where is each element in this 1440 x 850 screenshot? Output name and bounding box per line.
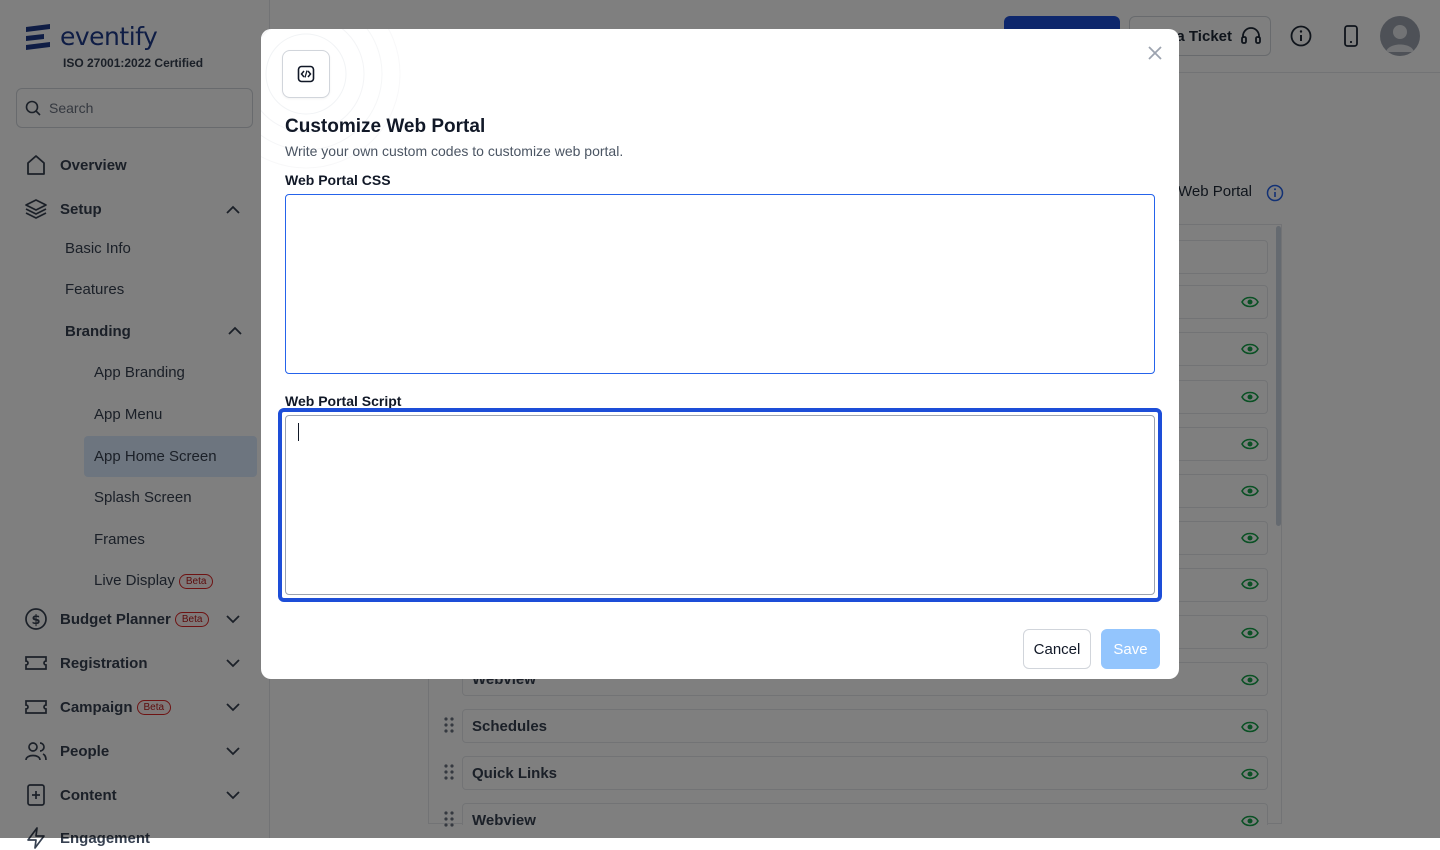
save-button[interactable]: Save (1101, 629, 1160, 669)
customize-web-portal-modal: Customize Web Portal Write your own cust… (261, 29, 1179, 679)
close-icon (1148, 46, 1162, 60)
modal-title: Customize Web Portal (285, 116, 486, 137)
text-caret (298, 423, 299, 441)
close-button[interactable] (1144, 42, 1166, 64)
script-field-label: Web Portal Script (285, 393, 402, 409)
web-portal-css-textarea[interactable] (285, 194, 1155, 374)
modal-subtitle: Write your own custom codes to customize… (285, 143, 624, 159)
css-field-label: Web Portal CSS (285, 172, 391, 188)
cancel-button[interactable]: Cancel (1023, 629, 1091, 669)
code-file-icon (297, 65, 315, 83)
web-portal-script-textarea[interactable] (285, 415, 1155, 595)
modal-icon-box (282, 50, 330, 98)
